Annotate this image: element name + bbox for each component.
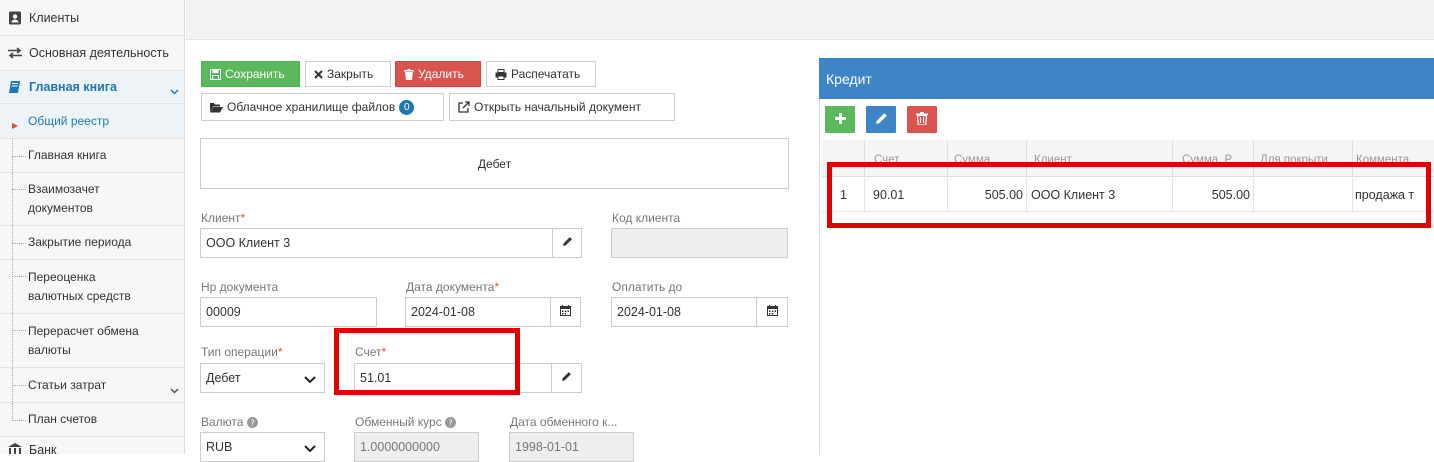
document-date-picker-button[interactable]	[550, 297, 581, 327]
tree-branch	[12, 420, 26, 421]
sidebar-subitem-revaluation[interactable]: Переоценка валютных средств	[0, 260, 184, 314]
plus-icon	[834, 112, 847, 128]
pay-until-date-picker-button[interactable]	[756, 297, 788, 327]
currency-select[interactable]: RUB	[200, 432, 325, 462]
print-button[interactable]: Распечатать	[486, 61, 596, 87]
open-initial-document-button[interactable]: Открыть начальный документ	[449, 93, 675, 121]
top-bar	[186, 0, 1434, 40]
tree-line	[12, 260, 13, 313]
edit-client-button[interactable]	[552, 228, 582, 258]
help-icon: ?	[445, 417, 457, 431]
sidebar-subitem-close-period[interactable]: Закрытие периода	[0, 226, 184, 260]
client-code-input[interactable]	[611, 228, 788, 258]
sidebar-subitem-label: Общий реестр	[28, 113, 110, 128]
book-icon	[6, 80, 24, 94]
sidebar-subitem-label: Переоценка валютных средств	[28, 269, 131, 303]
document-number-label: Нр документа	[201, 280, 279, 294]
tree-line	[12, 403, 13, 419]
sidebar-item-label: Главная книга	[29, 80, 117, 94]
delete-button[interactable]: Удалить	[395, 61, 481, 87]
chevron-down-icon	[170, 381, 179, 400]
sidebar: Клиенты Основная деятельность Главная кн…	[0, 0, 185, 454]
sidebar-subitem-label: Главная книга	[28, 148, 107, 162]
sidebar-subitem-recalc-exchange[interactable]: Перерасчет обмена валюты	[0, 314, 184, 368]
credit-panel-header: Кредит	[819, 58, 1434, 99]
operation-type-label: Тип операции*	[201, 345, 283, 359]
tree-branch	[12, 243, 26, 244]
edit-account-button[interactable]	[551, 363, 582, 393]
highlight-frame-credit-row	[827, 162, 1431, 228]
pencil-icon	[875, 112, 888, 128]
save-button[interactable]: Сохранить	[201, 61, 300, 87]
sidebar-subitem-expense-items[interactable]: Статьи затрат	[0, 368, 184, 403]
sidebar-subitem-label: Перерасчет обмена валюты	[28, 323, 139, 357]
folder-open-icon	[210, 102, 223, 113]
address-book-icon	[6, 11, 24, 25]
pay-until-label: Оплатить до	[612, 280, 683, 294]
pay-until-input[interactable]: 2024-01-08	[611, 297, 757, 327]
exchange-icon	[6, 46, 24, 60]
sidebar-subitem-general-ledger[interactable]: Главная книга	[0, 139, 184, 173]
tree-branch	[12, 189, 26, 190]
delete-row-button[interactable]	[907, 106, 937, 133]
sidebar-subitem-general-registry[interactable]: ▶ Общий реестр	[0, 104, 184, 139]
exchange-rate-input[interactable]: 1.0000000000	[354, 432, 479, 462]
close-button[interactable]: Закрыть	[305, 61, 391, 87]
print-icon	[495, 68, 507, 80]
svg-text:?: ?	[448, 419, 452, 428]
client-input[interactable]: ООО Клиент 3	[200, 228, 553, 258]
chevron-down-icon	[304, 373, 316, 387]
svg-text:?: ?	[250, 419, 254, 428]
client-code-label: Код клиента	[612, 211, 681, 225]
debit-section-header: Дебет	[200, 138, 789, 189]
sidebar-item-bank[interactable]: Банк	[0, 437, 184, 454]
exchange-rate-date-input[interactable]: 1998-01-01	[509, 432, 634, 462]
trash-icon	[916, 111, 928, 128]
calendar-icon	[560, 305, 571, 319]
exchange-rate-date-label: Дата обменного к...	[510, 415, 618, 429]
sidebar-item-label: Банк	[29, 443, 57, 454]
edit-row-button[interactable]	[866, 106, 896, 133]
trash-icon	[404, 68, 414, 80]
bank-icon	[6, 443, 24, 454]
tree-line	[12, 314, 13, 367]
client-label: Клиент*	[201, 211, 246, 225]
close-icon	[314, 69, 323, 79]
sidebar-item-label: Клиенты	[29, 10, 80, 25]
tree-branch	[12, 156, 26, 157]
sidebar-subitem-offset-documents[interactable]: Взаимозачет документов	[0, 173, 184, 226]
document-number-input[interactable]: 00009	[200, 297, 377, 327]
currency-label: Валюта ?	[201, 415, 258, 431]
highlight-frame-account	[334, 328, 520, 395]
sidebar-item-clients[interactable]: Клиенты	[0, 0, 184, 36]
sidebar-subitem-label: План счетов	[28, 412, 98, 426]
document-date-label: Дата документа*	[406, 280, 500, 294]
exchange-rate-label: Обменный курс ?	[355, 415, 457, 431]
file-count-badge: 0	[399, 99, 415, 115]
sidebar-subitem-label: Взаимозачет документов	[28, 182, 100, 215]
cloud-storage-button[interactable]: Облачное хранилище файлов 0	[201, 93, 444, 121]
calendar-icon	[766, 305, 778, 319]
add-row-button[interactable]	[825, 106, 855, 133]
help-icon: ?	[246, 417, 258, 431]
document-date-input[interactable]: 2024-01-08	[405, 297, 551, 327]
tree-branch	[12, 385, 26, 386]
pencil-icon	[562, 236, 573, 250]
tree-line	[12, 173, 13, 225]
sidebar-item-general-ledger[interactable]: Главная книга	[0, 71, 184, 104]
floppy-disk-icon	[210, 68, 221, 80]
sidebar-item-main-activity[interactable]: Основная деятельность	[0, 36, 184, 71]
sidebar-item-label: Основная деятельность	[29, 46, 169, 60]
caret-right-icon: ▶	[12, 121, 19, 130]
sidebar-subitem-label: Закрытие периода	[28, 235, 132, 249]
pencil-icon	[561, 371, 572, 385]
tree-branch	[12, 330, 26, 331]
tree-branch	[12, 276, 26, 277]
sidebar-subitem-chart-of-accounts[interactable]: План счетов	[0, 403, 184, 437]
sidebar-subitem-label: Статьи затрат	[28, 377, 107, 392]
chevron-down-icon	[170, 84, 179, 98]
operation-type-select[interactable]: Дебет	[200, 363, 325, 393]
external-link-icon	[458, 101, 470, 113]
